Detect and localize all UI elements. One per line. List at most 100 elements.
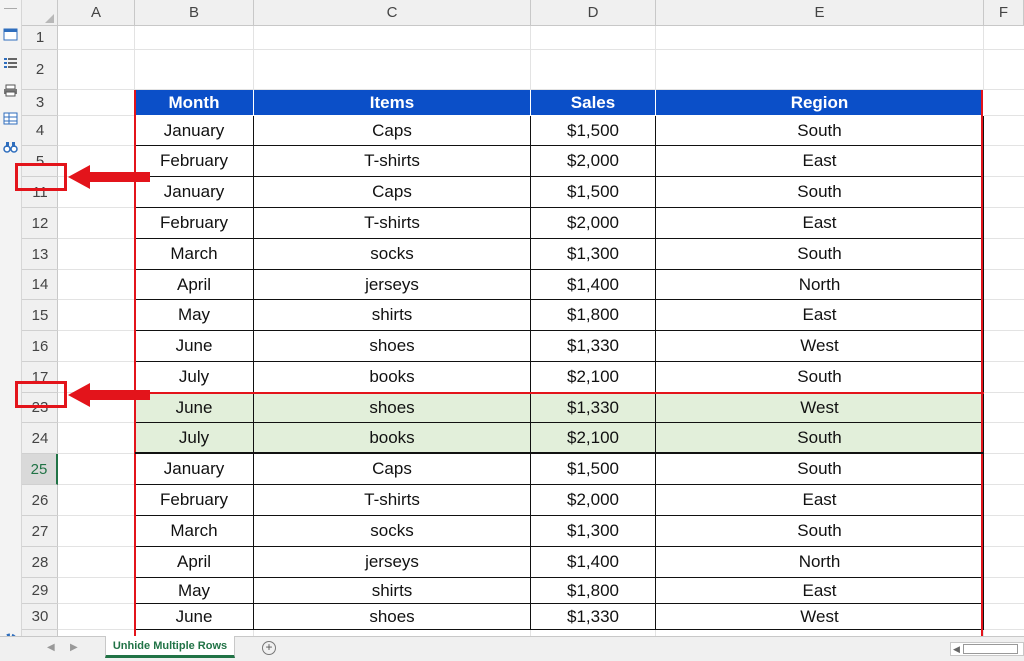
table-cell[interactable]: South (656, 177, 984, 208)
table-cell[interactable]: February (135, 146, 254, 177)
print-icon[interactable] (3, 84, 18, 97)
table-cell[interactable]: July (135, 423, 254, 454)
sheet-view-icon[interactable] (3, 28, 18, 41)
column-header-c[interactable]: C (254, 0, 531, 26)
table-cell[interactable]: North (656, 270, 984, 300)
row-header-29[interactable]: 29 (22, 578, 58, 604)
table-cell[interactable]: $2,000 (531, 485, 656, 516)
table-header-cell[interactable]: Items (254, 90, 531, 116)
table-cell[interactable]: South (656, 423, 984, 454)
table-cell[interactable]: T-shirts (254, 208, 531, 239)
column-header-a[interactable]: A (58, 0, 135, 26)
table-cell[interactable]: shoes (254, 604, 531, 630)
table-cell[interactable]: $1,400 (531, 547, 656, 578)
table-cell[interactable]: $1,330 (531, 331, 656, 362)
table-cell[interactable]: South (656, 239, 984, 270)
table-cell[interactable]: T-shirts (254, 146, 531, 177)
table-cell[interactable]: March (135, 239, 254, 270)
scroll-left-icon[interactable]: ◀ (47, 642, 55, 653)
table-cell[interactable]: $1,800 (531, 578, 656, 604)
table-cell[interactable]: books (254, 362, 531, 393)
table-cell[interactable]: April (135, 547, 254, 578)
row-header-14[interactable]: 14 (22, 270, 58, 300)
table-cell[interactable]: $2,000 (531, 146, 656, 177)
list-icon[interactable] (3, 56, 18, 69)
sheet-tab[interactable]: Unhide Multiple Rows (105, 636, 235, 658)
table-cell[interactable]: $1,500 (531, 177, 656, 208)
table-cell[interactable]: East (656, 485, 984, 516)
table-cell[interactable]: North (656, 547, 984, 578)
table-cell[interactable]: January (135, 116, 254, 146)
table-cell[interactable]: East (656, 146, 984, 177)
table-cell[interactable]: shoes (254, 331, 531, 362)
table-cell[interactable]: West (656, 604, 984, 630)
table-cell[interactable]: jerseys (254, 547, 531, 578)
table-cell[interactable]: March (135, 516, 254, 547)
row-header-16[interactable]: 16 (22, 331, 58, 362)
table-cell[interactable]: February (135, 208, 254, 239)
row-header-30[interactable]: 30 (22, 604, 58, 630)
table-cell[interactable]: T-shirts (254, 485, 531, 516)
table-cell[interactable]: July (135, 362, 254, 393)
table-cell[interactable]: East (656, 300, 984, 331)
column-header-f[interactable]: F (984, 0, 1024, 26)
table-cell[interactable]: $1,400 (531, 270, 656, 300)
add-sheet-icon[interactable]: + (262, 641, 276, 655)
row-header-24[interactable]: 24 (22, 423, 58, 454)
row-header-25[interactable]: 25 (22, 454, 58, 485)
row-header-3[interactable]: 3 (22, 90, 58, 116)
scroll-right-icon[interactable]: ▶ (70, 642, 78, 653)
table-cell[interactable]: South (656, 454, 984, 485)
table-cell[interactable]: shoes (254, 393, 531, 423)
table-cell[interactable]: $1,330 (531, 393, 656, 423)
row-header-1[interactable]: 1 (22, 26, 58, 50)
row-header-4[interactable]: 4 (22, 116, 58, 146)
table-cell[interactable]: $2,100 (531, 423, 656, 454)
table-cell[interactable]: shirts (254, 578, 531, 604)
worksheet-grid[interactable]: Month Items Sales Region January Caps $1,500 So… (58, 26, 1024, 636)
table-cell[interactable]: socks (254, 239, 531, 270)
table-cell[interactable]: Caps (254, 116, 531, 146)
table-cell[interactable]: May (135, 578, 254, 604)
column-header-b[interactable]: B (135, 0, 254, 26)
table-cell[interactable]: January (135, 177, 254, 208)
table-cell[interactable]: $1,500 (531, 116, 656, 146)
table-cell[interactable]: $2,100 (531, 362, 656, 393)
table-cell[interactable]: June (135, 393, 254, 423)
horizontal-scrollbar[interactable]: ◀ (950, 642, 1024, 656)
table-cell[interactable]: West (656, 393, 984, 423)
row-header-12[interactable]: 12 (22, 208, 58, 239)
table-cell[interactable]: $1,300 (531, 516, 656, 547)
table-header-cell[interactable]: Sales (531, 90, 656, 116)
scroll-thumb[interactable] (963, 644, 1018, 654)
table-cell[interactable]: June (135, 331, 254, 362)
table-cell[interactable]: South (656, 516, 984, 547)
table-header-cell[interactable]: Month (135, 90, 254, 116)
table-cell[interactable]: June (135, 604, 254, 630)
table-icon[interactable] (3, 112, 18, 125)
row-header-15[interactable]: 15 (22, 300, 58, 331)
table-header-cell[interactable]: Region (656, 90, 984, 116)
table-cell[interactable]: East (656, 208, 984, 239)
table-cell[interactable]: Caps (254, 177, 531, 208)
table-cell[interactable]: South (656, 116, 984, 146)
table-cell[interactable]: $1,800 (531, 300, 656, 331)
table-cell[interactable]: January (135, 454, 254, 485)
column-header-d[interactable]: D (531, 0, 656, 26)
row-header-26[interactable]: 26 (22, 485, 58, 516)
table-cell[interactable]: South (656, 362, 984, 393)
table-cell[interactable]: April (135, 270, 254, 300)
table-cell[interactable]: $1,500 (531, 454, 656, 485)
scroll-left-arrow-icon[interactable]: ◀ (953, 644, 960, 654)
row-header-27[interactable]: 27 (22, 516, 58, 547)
select-all-corner[interactable] (22, 0, 58, 26)
binoculars-icon[interactable] (3, 140, 18, 153)
table-cell[interactable]: books (254, 423, 531, 454)
row-header-2[interactable]: 2 (22, 50, 58, 90)
table-cell[interactable]: shirts (254, 300, 531, 331)
column-header-e[interactable]: E (656, 0, 984, 26)
table-cell[interactable]: socks (254, 516, 531, 547)
table-cell[interactable]: $1,300 (531, 239, 656, 270)
table-cell[interactable]: May (135, 300, 254, 331)
table-cell[interactable]: East (656, 578, 984, 604)
